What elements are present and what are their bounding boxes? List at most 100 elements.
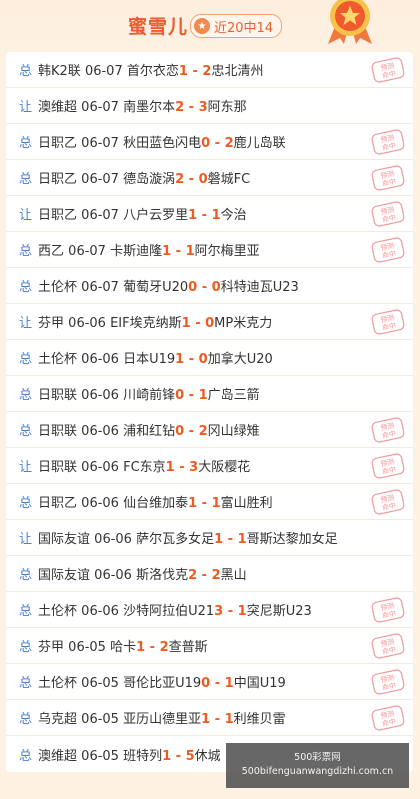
away-score: 1: [211, 208, 221, 223]
bet-type: 让: [19, 100, 33, 115]
home-score: 1: [181, 316, 191, 331]
match-info: 日职乙 06-07 德岛漩涡2 - 0磐城FC: [38, 168, 250, 187]
bet-type: 总: [19, 748, 33, 764]
bet-type: 总: [19, 64, 33, 79]
match-row[interactable]: 总土伦杯 06-07 葡萄牙U200 - 0科特迪瓦U23: [6, 268, 413, 304]
match-info: 日职联 06-06 川崎前锋0 - 1广岛三箭: [38, 384, 260, 403]
away-team: 休城: [194, 748, 221, 764]
score-separator: -: [197, 496, 212, 511]
league: 国际友谊: [38, 532, 91, 547]
hit-stamp-icon: 预测命中: [371, 597, 405, 623]
league: 日职联: [38, 460, 78, 475]
match-date: 06-06: [81, 424, 119, 439]
match-row[interactable]: 总韩K2联 06-07 首尔衣恋1 - 2忠北清州 预测 命中: [6, 52, 413, 88]
match-date: 06-06: [68, 316, 106, 331]
app: 蜜雪儿 ★ 近20中14 总韩K2联 06-07 首尔衣恋1 - 2忠北清州 预测…: [0, 0, 420, 799]
hit-stamp-icon: 预测命中: [371, 165, 405, 191]
match-info: 芬甲 06-05 哈卡1 - 2查普斯: [38, 636, 208, 655]
match-row[interactable]: 总土伦杯 06-06 日本U191 - 0加拿大U20: [6, 340, 413, 376]
hit-stamp-icon: 预测命中: [371, 57, 405, 83]
home-score: 0: [175, 388, 185, 403]
home-team: 川崎前锋: [123, 388, 176, 403]
home-score: 1: [136, 640, 146, 655]
score-separator: -: [171, 244, 186, 259]
home-score: 1: [178, 64, 188, 79]
match-row[interactable]: 让国际友谊 06-06 萨尔瓦多女足1 - 1哥斯达黎加女足: [6, 520, 413, 556]
bet-type: 总: [19, 136, 33, 151]
match-date: 06-05: [81, 676, 119, 691]
score-separator: -: [184, 388, 199, 403]
score-separator: -: [171, 748, 186, 764]
expert-name: 蜜雪儿: [128, 16, 189, 38]
away-team: 广岛三箭: [207, 388, 260, 403]
score-separator: -: [210, 676, 225, 691]
away-team: 磐城FC: [207, 172, 251, 187]
league: 芬甲: [38, 316, 65, 331]
away-score: 1: [211, 496, 221, 511]
score-separator: -: [210, 136, 225, 151]
away-score: 0: [198, 352, 208, 367]
match-date: 06-07: [81, 100, 119, 115]
match-row[interactable]: 总日职乙 06-06 仙台维加泰1 - 1富山胜利 预测 命中: [6, 484, 413, 520]
match-row[interactable]: 总乌克超 06-05 亚历山德里亚1 - 1利维贝雷 预测 命中: [6, 700, 413, 736]
match-info: 日职联 06-06 FC东京1 - 3大阪樱花: [38, 456, 250, 475]
away-team: 中国U19: [233, 676, 286, 691]
home-team: 班特列: [123, 748, 163, 764]
match-row[interactable]: 总土伦杯 06-05 哥伦比亚U190 - 1中国U19 预测 命中: [6, 664, 413, 700]
match-date: 06-06: [81, 604, 119, 619]
league: 土伦杯: [38, 676, 78, 691]
watermark: 500彩票网 500bifenguanwangdizhi.com.cn: [226, 743, 409, 788]
star-icon: ★: [194, 18, 210, 34]
match-date: 06-07: [84, 64, 123, 79]
hit-stamp-icon: 预测命中: [371, 489, 405, 515]
match-date: 06-07: [81, 208, 119, 223]
home-team: 仙台维加泰: [123, 496, 189, 511]
match-info: 日职乙 06-07 秋田蓝色闪电0 - 2鹿儿岛联: [38, 132, 286, 151]
match-row[interactable]: 总西乙 06-07 卡斯迪隆1 - 1阿尔梅里亚 预测 命中: [6, 232, 413, 268]
league: 西乙: [38, 244, 65, 259]
bet-type: 让: [19, 316, 33, 331]
league: 乌克超: [38, 712, 78, 727]
match-row[interactable]: 让芬甲 06-06 EIF埃克纳斯1 - 0MP米克力 预测 命中: [6, 304, 413, 340]
match-row[interactable]: 总日职乙 06-07 德岛漩涡2 - 0磐城FC 预测 命中: [6, 160, 413, 196]
away-score: 1: [237, 604, 247, 619]
match-row[interactable]: 让日职联 06-06 FC东京1 - 3大阪樱花 预测 命中: [6, 448, 413, 484]
home-score: 1: [175, 352, 185, 367]
away-score: 1: [237, 532, 247, 547]
home-team: 沙特阿拉伯U21: [123, 604, 215, 619]
match-date: 06-06: [81, 388, 119, 403]
away-team: 阿尔梅里亚: [194, 244, 260, 259]
home-score: 1: [162, 244, 172, 259]
bet-type: 让: [19, 532, 33, 547]
bet-type: 总: [19, 172, 33, 187]
home-score: 0: [175, 424, 185, 439]
hit-stamp-icon: 预测命中: [371, 705, 405, 731]
hit-stamp-icon: 预测命中: [371, 309, 405, 335]
match-info: 国际友谊 06-06 斯洛伐克2 - 2黑山: [38, 564, 247, 583]
match-row[interactable]: 让日职乙 06-07 八户云罗里1 - 1今治 预测 命中: [6, 196, 413, 232]
match-row[interactable]: 总芬甲 06-05 哈卡1 - 2查普斯 预测 命中: [6, 628, 413, 664]
bet-type: 让: [19, 460, 33, 475]
match-row[interactable]: 总日职联 06-06 浦和红钻0 - 2冈山绿雉 预测 命中: [6, 412, 413, 448]
home-team: 萨尔瓦多女足: [136, 532, 215, 547]
match-row[interactable]: 总国际友谊 06-06 斯洛伐克2 - 2黑山: [6, 556, 413, 592]
hit-stamp-icon: 预测命中: [371, 453, 405, 479]
home-team: 秋田蓝色闪电: [123, 136, 202, 151]
match-info: 日职乙 06-07 八户云罗里1 - 1今治: [38, 204, 247, 223]
bet-type: 总: [19, 424, 33, 439]
league: 芬甲: [38, 640, 65, 655]
bet-type: 总: [19, 280, 33, 295]
away-team: 冈山绿雉: [207, 424, 260, 439]
match-row[interactable]: 总土伦杯 06-06 沙特阿拉伯U213 - 1突尼斯U23 预测 命中: [6, 592, 413, 628]
match-row[interactable]: 让澳维超 06-07 南墨尔本2 - 3阿东那: [6, 88, 413, 124]
score-separator: -: [184, 352, 199, 367]
home-score: 1: [165, 460, 175, 475]
bet-type: 总: [19, 244, 33, 259]
match-row[interactable]: 总日职联 06-06 川崎前锋0 - 1广岛三箭: [6, 376, 413, 412]
match-row[interactable]: 总日职乙 06-07 秋田蓝色闪电0 - 2鹿儿岛联 预测 命中: [6, 124, 413, 160]
score-separator: -: [210, 712, 225, 727]
match-date: 06-06: [81, 496, 119, 511]
away-score: 5: [185, 748, 195, 764]
league: 日职联: [38, 424, 78, 439]
away-score: 2: [224, 136, 234, 151]
